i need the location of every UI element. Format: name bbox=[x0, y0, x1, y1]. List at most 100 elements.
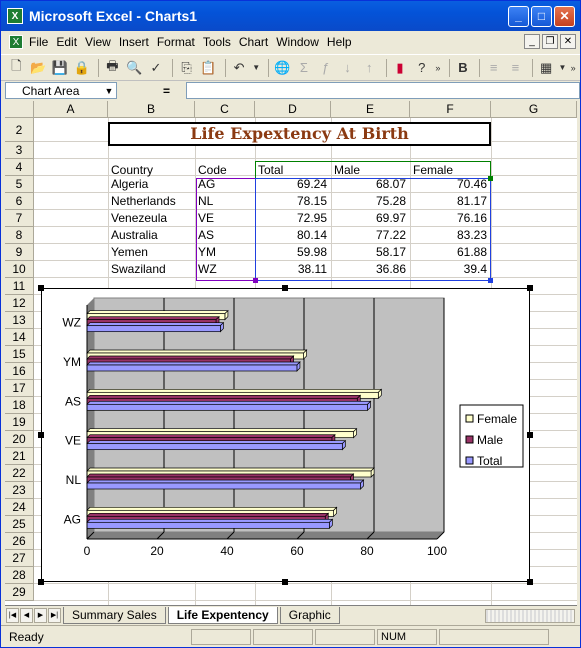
y-tick-label[interactable]: VE bbox=[65, 434, 81, 448]
document-icon[interactable]: X bbox=[9, 35, 23, 49]
bar[interactable] bbox=[86, 521, 330, 529]
resize-handle-ne[interactable] bbox=[527, 285, 533, 291]
row-header[interactable]: 8 bbox=[5, 227, 34, 244]
bar-top[interactable] bbox=[86, 473, 355, 478]
menu-chart[interactable]: Chart bbox=[239, 35, 268, 49]
row-header[interactable]: 27 bbox=[5, 550, 34, 567]
menu-file[interactable]: File bbox=[29, 35, 48, 49]
maximize-button[interactable]: □ bbox=[531, 5, 552, 27]
bar[interactable] bbox=[86, 325, 221, 333]
prev-sheet-button[interactable]: ◀ bbox=[20, 607, 33, 623]
new-icon[interactable]: 🗋 bbox=[7, 58, 26, 78]
x-tick-label[interactable]: 20 bbox=[150, 544, 164, 558]
cell-code[interactable]: AS bbox=[198, 228, 253, 242]
help-icon[interactable]: ? bbox=[412, 58, 431, 78]
cell-country[interactable]: Algeria bbox=[111, 177, 193, 191]
minimize-button[interactable]: _ bbox=[508, 5, 529, 27]
row-header[interactable]: 12 bbox=[5, 295, 34, 312]
first-sheet-button[interactable]: |◀ bbox=[6, 607, 19, 623]
cell-total[interactable]: 72.95 bbox=[255, 211, 327, 225]
x-tick-label[interactable]: 60 bbox=[290, 544, 304, 558]
close-button[interactable]: ✕ bbox=[554, 5, 575, 27]
cell-male[interactable]: 69.97 bbox=[331, 211, 406, 225]
bar-top[interactable] bbox=[86, 512, 330, 517]
borders-dropdown-icon[interactable]: ▼ bbox=[558, 58, 566, 78]
row-header[interactable]: 3 bbox=[5, 142, 34, 159]
cell-male[interactable]: 58.17 bbox=[331, 245, 406, 259]
bar-top[interactable] bbox=[86, 479, 365, 484]
column-header-a[interactable]: A bbox=[34, 101, 108, 118]
formula-equals[interactable]: = bbox=[163, 84, 170, 98]
legend-label[interactable]: Total bbox=[477, 454, 502, 468]
column-header-c[interactable]: C bbox=[195, 101, 255, 118]
row-header[interactable]: 29 bbox=[5, 584, 34, 601]
column-header-e[interactable]: E bbox=[331, 101, 410, 118]
next-sheet-button[interactable]: ▶ bbox=[34, 607, 47, 623]
row-header[interactable]: 14 bbox=[5, 329, 34, 346]
print-preview-icon[interactable]: 🔍 bbox=[125, 58, 144, 78]
row-header[interactable]: 22 bbox=[5, 465, 34, 482]
row-header[interactable]: 6 bbox=[5, 193, 34, 210]
menu-edit[interactable]: Edit bbox=[56, 35, 77, 49]
excel-icon[interactable]: X bbox=[7, 8, 23, 24]
menu-view[interactable]: View bbox=[85, 35, 111, 49]
cell-total[interactable]: 69.24 bbox=[255, 177, 327, 191]
row-header[interactable]: 25 bbox=[5, 516, 34, 533]
cell-code[interactable]: YM bbox=[198, 245, 253, 259]
cell-female[interactable]: 70.46 bbox=[410, 177, 487, 191]
cell-male[interactable]: 75.28 bbox=[331, 194, 406, 208]
column-header-f[interactable]: F bbox=[410, 101, 491, 118]
cell-female[interactable]: 39.4 bbox=[410, 262, 487, 276]
cell-male[interactable]: 68.07 bbox=[331, 177, 406, 191]
cell-female[interactable]: 81.17 bbox=[410, 194, 487, 208]
y-tick-label[interactable]: AS bbox=[65, 394, 81, 408]
cell-female[interactable]: 61.88 bbox=[410, 245, 487, 259]
legend-swatch[interactable] bbox=[465, 414, 474, 423]
horizontal-scrollbar[interactable] bbox=[485, 609, 575, 623]
cell-female[interactable]: 83.23 bbox=[410, 228, 487, 242]
bar[interactable] bbox=[86, 403, 368, 411]
bar-top[interactable] bbox=[86, 322, 225, 327]
y-tick-label[interactable]: NL bbox=[66, 473, 82, 487]
last-sheet-button[interactable]: ▶| bbox=[48, 607, 61, 623]
bar-top[interactable] bbox=[86, 428, 358, 433]
row-header[interactable]: 11 bbox=[5, 278, 34, 295]
cell-code[interactable]: VE bbox=[198, 211, 253, 225]
toolbar-options-icon[interactable]: » bbox=[434, 58, 442, 78]
bar-top[interactable] bbox=[86, 316, 220, 321]
bar-top[interactable] bbox=[86, 361, 301, 366]
row-header[interactable]: 15 bbox=[5, 346, 34, 363]
cell-code[interactable]: WZ bbox=[198, 262, 253, 276]
cell-country[interactable]: Swaziland bbox=[111, 262, 193, 276]
menu-format[interactable]: Format bbox=[157, 35, 195, 49]
legend-label[interactable]: Female bbox=[477, 412, 517, 426]
print-icon[interactable]: 🖶 bbox=[103, 58, 122, 78]
paste-icon[interactable]: 📋 bbox=[199, 58, 218, 78]
y-tick-label[interactable]: AG bbox=[64, 512, 81, 526]
plot-floor[interactable] bbox=[87, 532, 444, 539]
y-tick-label[interactable]: WZ bbox=[62, 316, 81, 330]
column-header-g[interactable]: G bbox=[491, 101, 577, 118]
x-tick-label[interactable]: 100 bbox=[427, 544, 447, 558]
row-header[interactable]: 13 bbox=[5, 312, 34, 329]
row-header[interactable]: 2 bbox=[5, 118, 34, 142]
undo-dropdown-icon[interactable]: ▼ bbox=[251, 58, 260, 78]
cell-total[interactable]: 38.11 bbox=[255, 262, 327, 276]
cell-male[interactable]: 77.22 bbox=[331, 228, 406, 242]
worksheet-grid[interactable]: A B C D E F G 2 3 4 5 6 7 8 9 10 11 12 13 14 15 16 17 18… bbox=[5, 101, 577, 605]
cell-female[interactable]: 76.16 bbox=[410, 211, 487, 225]
select-all-corner[interactable] bbox=[5, 101, 34, 118]
chart-area[interactable]: 0 20 40 60 80 100 AG NL VE AS YM WZ Female Male Total bbox=[41, 288, 530, 582]
tab-graphic[interactable]: Graphic bbox=[279, 606, 340, 624]
bar-top[interactable] bbox=[86, 506, 338, 511]
bar-top[interactable] bbox=[86, 355, 295, 360]
resize-handle-s[interactable] bbox=[282, 579, 288, 585]
bar[interactable] bbox=[86, 482, 361, 490]
cell-country[interactable]: Venezeula bbox=[111, 211, 193, 225]
life-expectancy-chart[interactable]: 0 20 40 60 80 100 AG NL VE AS YM WZ Female Male Total bbox=[42, 289, 531, 583]
bar-top[interactable] bbox=[86, 518, 334, 523]
row-header[interactable]: 17 bbox=[5, 380, 34, 397]
row-header[interactable]: 20 bbox=[5, 431, 34, 448]
row-header[interactable]: 26 bbox=[5, 533, 34, 550]
cell-code[interactable]: NL bbox=[198, 194, 253, 208]
